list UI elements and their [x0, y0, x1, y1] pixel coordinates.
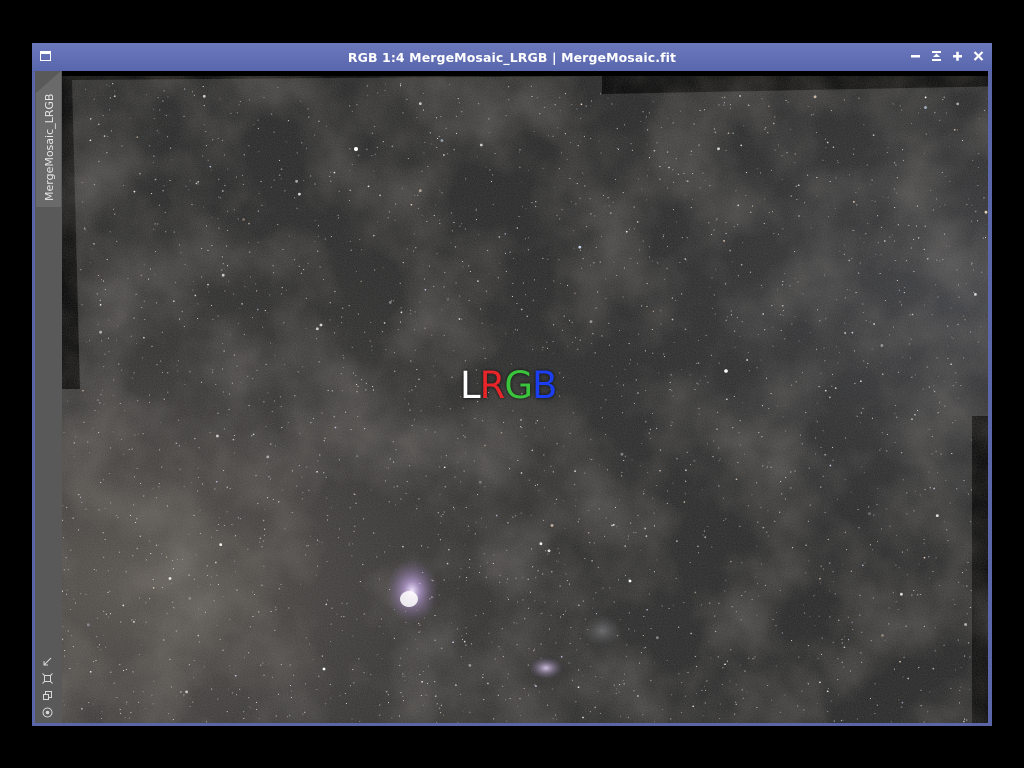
maximize-icon[interactable] [952, 49, 963, 63]
view-identifier-label: MergeMosaic_LRGB [43, 93, 56, 201]
image-canvas[interactable]: LRGB [62, 71, 988, 723]
title-bar[interactable]: RGB 1:4 MergeMosaic_LRGB | MergeMosaic.f… [32, 43, 992, 71]
image-window: RGB 1:4 MergeMosaic_LRGB | MergeMosaic.f… [32, 43, 992, 726]
lrgb-letter-g: G [504, 364, 533, 407]
shade-icon[interactable] [931, 49, 942, 63]
zoom-icon[interactable] [41, 670, 54, 684]
window-title: RGB 1:4 MergeMosaic_LRGB | MergeMosaic.f… [347, 50, 677, 65]
lrgb-overlay: LRGB [460, 364, 557, 407]
mask-icon[interactable] [41, 704, 54, 718]
fit-view-icon[interactable] [41, 653, 54, 666]
lrgb-letter-l: L [460, 364, 481, 407]
clone-icon[interactable] [41, 687, 54, 700]
lrgb-letter-b: B [532, 364, 557, 407]
lrgb-letter-r: R [479, 364, 506, 407]
view-identifier-tab[interactable]: MergeMosaic_LRGB [36, 71, 61, 207]
minimize-icon[interactable] [910, 49, 921, 63]
close-icon[interactable] [973, 49, 984, 63]
view-sidebar: MergeMosaic_LRGB [35, 71, 62, 723]
